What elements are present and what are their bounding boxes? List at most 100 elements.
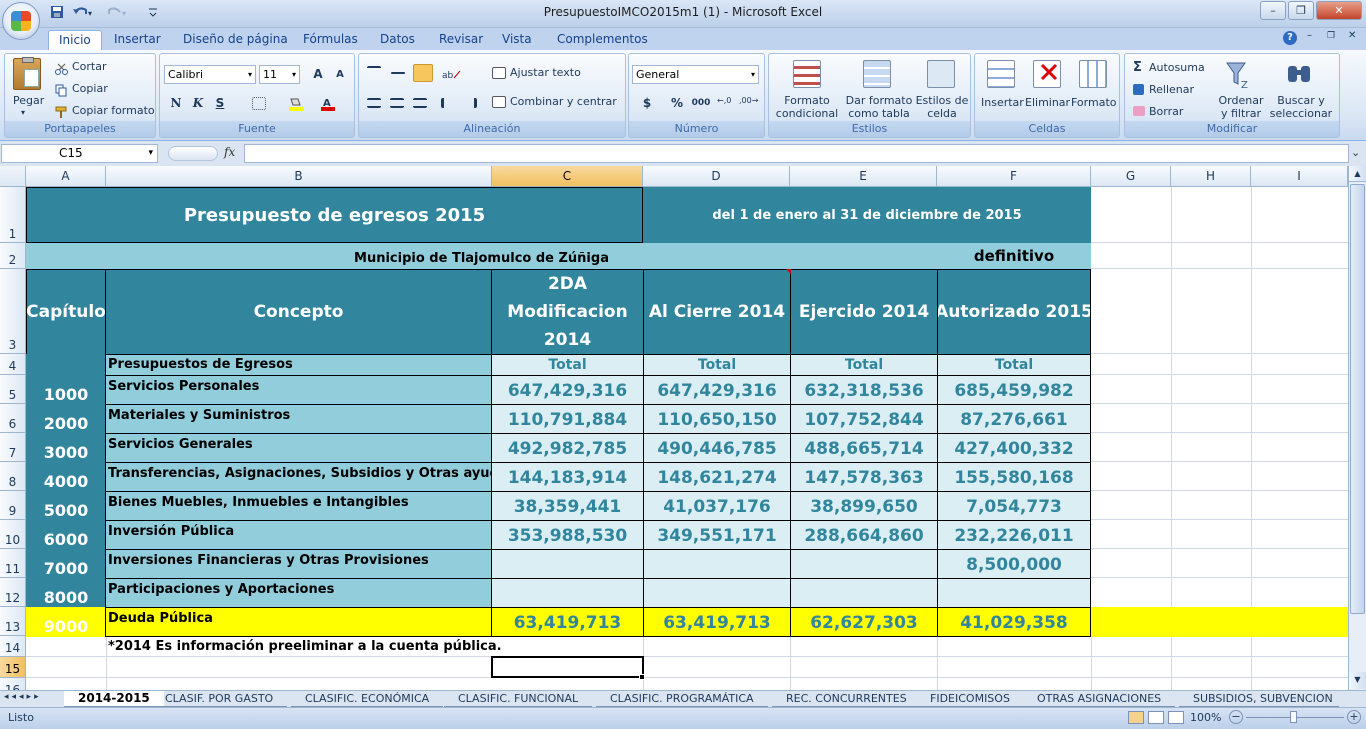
cell-a4[interactable] [26, 354, 106, 376]
header-autorizado[interactable]: Autorizado 2015 [937, 269, 1091, 355]
align-left-icon[interactable] [367, 98, 381, 108]
fill-handle[interactable] [639, 674, 645, 680]
value-cell-e[interactable] [790, 549, 938, 579]
value-cell-e[interactable]: 147,578,363 [790, 462, 938, 492]
value-cell-d[interactable]: 490,446,785 [643, 433, 791, 463]
row-header-6[interactable]: 6 [0, 404, 26, 433]
footnote[interactable]: *2014 Es información preeliminar a la cu… [106, 637, 646, 656]
find-select-button[interactable]: Buscar y seleccionar [1267, 94, 1335, 120]
zoom-level[interactable]: 100% [1190, 711, 1221, 724]
active-cell-c15[interactable] [491, 656, 644, 678]
wrap-text-button[interactable]: Ajustar texto [510, 66, 581, 79]
value-cell-c[interactable] [491, 549, 644, 579]
clear-button[interactable]: Borrar [1149, 105, 1183, 118]
capitulo-cell[interactable]: 1000 [26, 375, 106, 405]
font-name-select[interactable]: Calibri ▾ [164, 65, 256, 84]
value-cell-e[interactable]: 62,627,303 [790, 607, 938, 637]
capitulo-cell[interactable]: 7000 [26, 549, 106, 579]
sheet-tab[interactable]: CLASIFIC. PROGRAMÁTICA [596, 691, 768, 707]
concepto-cell[interactable]: Bienes Muebles, Inmuebles e Intangibles [105, 491, 492, 521]
value-cell-f[interactable]: 87,276,661 [937, 404, 1091, 434]
column-header-a[interactable]: A [26, 166, 106, 187]
column-header-e[interactable]: E [790, 166, 937, 187]
row-header-16[interactable]: 16 [0, 678, 26, 690]
value-cell-d[interactable]: 63,419,713 [643, 607, 791, 637]
row-header-15[interactable]: 15 [0, 657, 26, 678]
total-label-c[interactable]: Total [491, 354, 644, 376]
ribbon-restore-icon[interactable]: ❐ [1327, 31, 1337, 41]
align-top-icon[interactable] [367, 66, 381, 78]
sheet-tab[interactable]: CLASIFIC. FUNCIONAL [444, 691, 593, 707]
value-cell-e[interactable]: 38,899,650 [790, 491, 938, 521]
row-header-12[interactable]: 12 [0, 578, 26, 607]
row-header-7[interactable]: 7 [0, 433, 26, 462]
header-concepto[interactable]: Concepto [105, 269, 492, 355]
tab-vista[interactable]: Vista [492, 30, 542, 50]
scroll-down-icon[interactable]: ▼ [1349, 672, 1366, 689]
formula-bar-expand-icon[interactable]: ⌄ [1351, 146, 1360, 159]
capitulo-cell[interactable]: 4000 [26, 462, 106, 492]
zoom-out-button[interactable]: − [1229, 710, 1243, 724]
insert-function-button[interactable]: fx [224, 145, 235, 159]
sheet-tab[interactable]: CLASIF. POR GASTO [151, 691, 288, 707]
value-cell-d[interactable]: 148,621,274 [643, 462, 791, 492]
row-header-10[interactable]: 10 [0, 520, 26, 549]
value-cell-f[interactable]: 8,500,000 [937, 549, 1091, 579]
value-cell-d[interactable] [643, 578, 791, 608]
highlight-extension[interactable] [1091, 607, 1348, 637]
row-header-8[interactable]: 8 [0, 462, 26, 491]
tab-complementos[interactable]: Complementos [547, 30, 658, 50]
row-header-9[interactable]: 9 [0, 491, 26, 520]
row-header-13[interactable]: 13 [0, 607, 26, 636]
value-cell-c[interactable]: 38,359,441 [491, 491, 644, 521]
sheet-tab[interactable]: CLASIFIC. ECONÓMICA [291, 691, 444, 707]
value-cell-f[interactable]: 7,054,773 [937, 491, 1091, 521]
value-cell-e[interactable]: 107,752,844 [790, 404, 938, 434]
concepto-cell[interactable]: Deuda Pública [105, 607, 492, 637]
municipality-label[interactable]: Municipio de Tlajomulco de Zúñiga [26, 243, 937, 269]
maximize-button[interactable]: ❐ [1288, 1, 1314, 20]
capitulo-cell[interactable]: 9000 [26, 607, 106, 637]
name-box[interactable]: C15 ▾ [1, 144, 158, 163]
merge-center-button[interactable]: Combinar y centrar [510, 95, 617, 108]
column-header-c[interactable]: C [492, 166, 643, 187]
value-cell-c[interactable]: 144,183,914 [491, 462, 644, 492]
insert-button[interactable]: Insertar [981, 96, 1024, 109]
column-header-g[interactable]: G [1091, 166, 1171, 187]
tab-datos[interactable]: Datos [370, 30, 425, 50]
value-cell-d[interactable] [643, 549, 791, 579]
capitulo-cell[interactable]: 6000 [26, 520, 106, 550]
value-cell-c[interactable]: 647,429,316 [491, 375, 644, 405]
value-cell-e[interactable]: 288,664,860 [790, 520, 938, 550]
scroll-thumb[interactable] [1350, 184, 1365, 614]
capitulo-cell[interactable]: 3000 [26, 433, 106, 463]
normal-view-icon[interactable] [1128, 711, 1144, 724]
increase-decimal-icon[interactable]: ←,0 [717, 96, 735, 110]
sheet-tab[interactable]: FIDEICOMISOS [916, 691, 1024, 707]
concepto-cell[interactable]: Materiales y Suministros [105, 404, 492, 434]
row-header-2[interactable]: 2 [0, 243, 26, 269]
worksheet-grid[interactable]: A B C D E F G H I 1 2 3 4 5 6 7 8 9 10 1… [0, 166, 1348, 690]
value-cell-d[interactable]: 110,650,150 [643, 404, 791, 434]
value-cell-c[interactable] [491, 578, 644, 608]
formula-input[interactable] [244, 144, 1349, 163]
value-cell-c[interactable]: 353,988,530 [491, 520, 644, 550]
row-header-14[interactable]: 14 [0, 636, 26, 657]
formula-bar-expander[interactable] [168, 146, 218, 161]
format-button[interactable]: Formato [1071, 96, 1117, 109]
tab-formulas[interactable]: Fórmulas [293, 30, 368, 50]
sheet-period[interactable]: del 1 de enero al 31 de diciembre de 201… [643, 187, 1091, 243]
row-header-11[interactable]: 11 [0, 549, 26, 578]
capitulo-cell[interactable]: 2000 [26, 404, 106, 434]
borders-icon[interactable] [252, 97, 266, 110]
thousands-button[interactable]: 000 [689, 94, 713, 112]
sort-filter-button[interactable]: Ordenar y filtrar [1217, 94, 1265, 120]
total-label-e[interactable]: Total [790, 354, 938, 376]
copy-button[interactable]: Copiar [72, 82, 108, 95]
value-cell-d[interactable]: 41,037,176 [643, 491, 791, 521]
zoom-slider-thumb[interactable] [1290, 711, 1297, 723]
value-cell-f[interactable]: 232,226,011 [937, 520, 1091, 550]
value-cell-e[interactable]: 632,318,536 [790, 375, 938, 405]
increase-indent-icon[interactable] [463, 98, 477, 108]
align-right-icon[interactable] [413, 98, 427, 108]
